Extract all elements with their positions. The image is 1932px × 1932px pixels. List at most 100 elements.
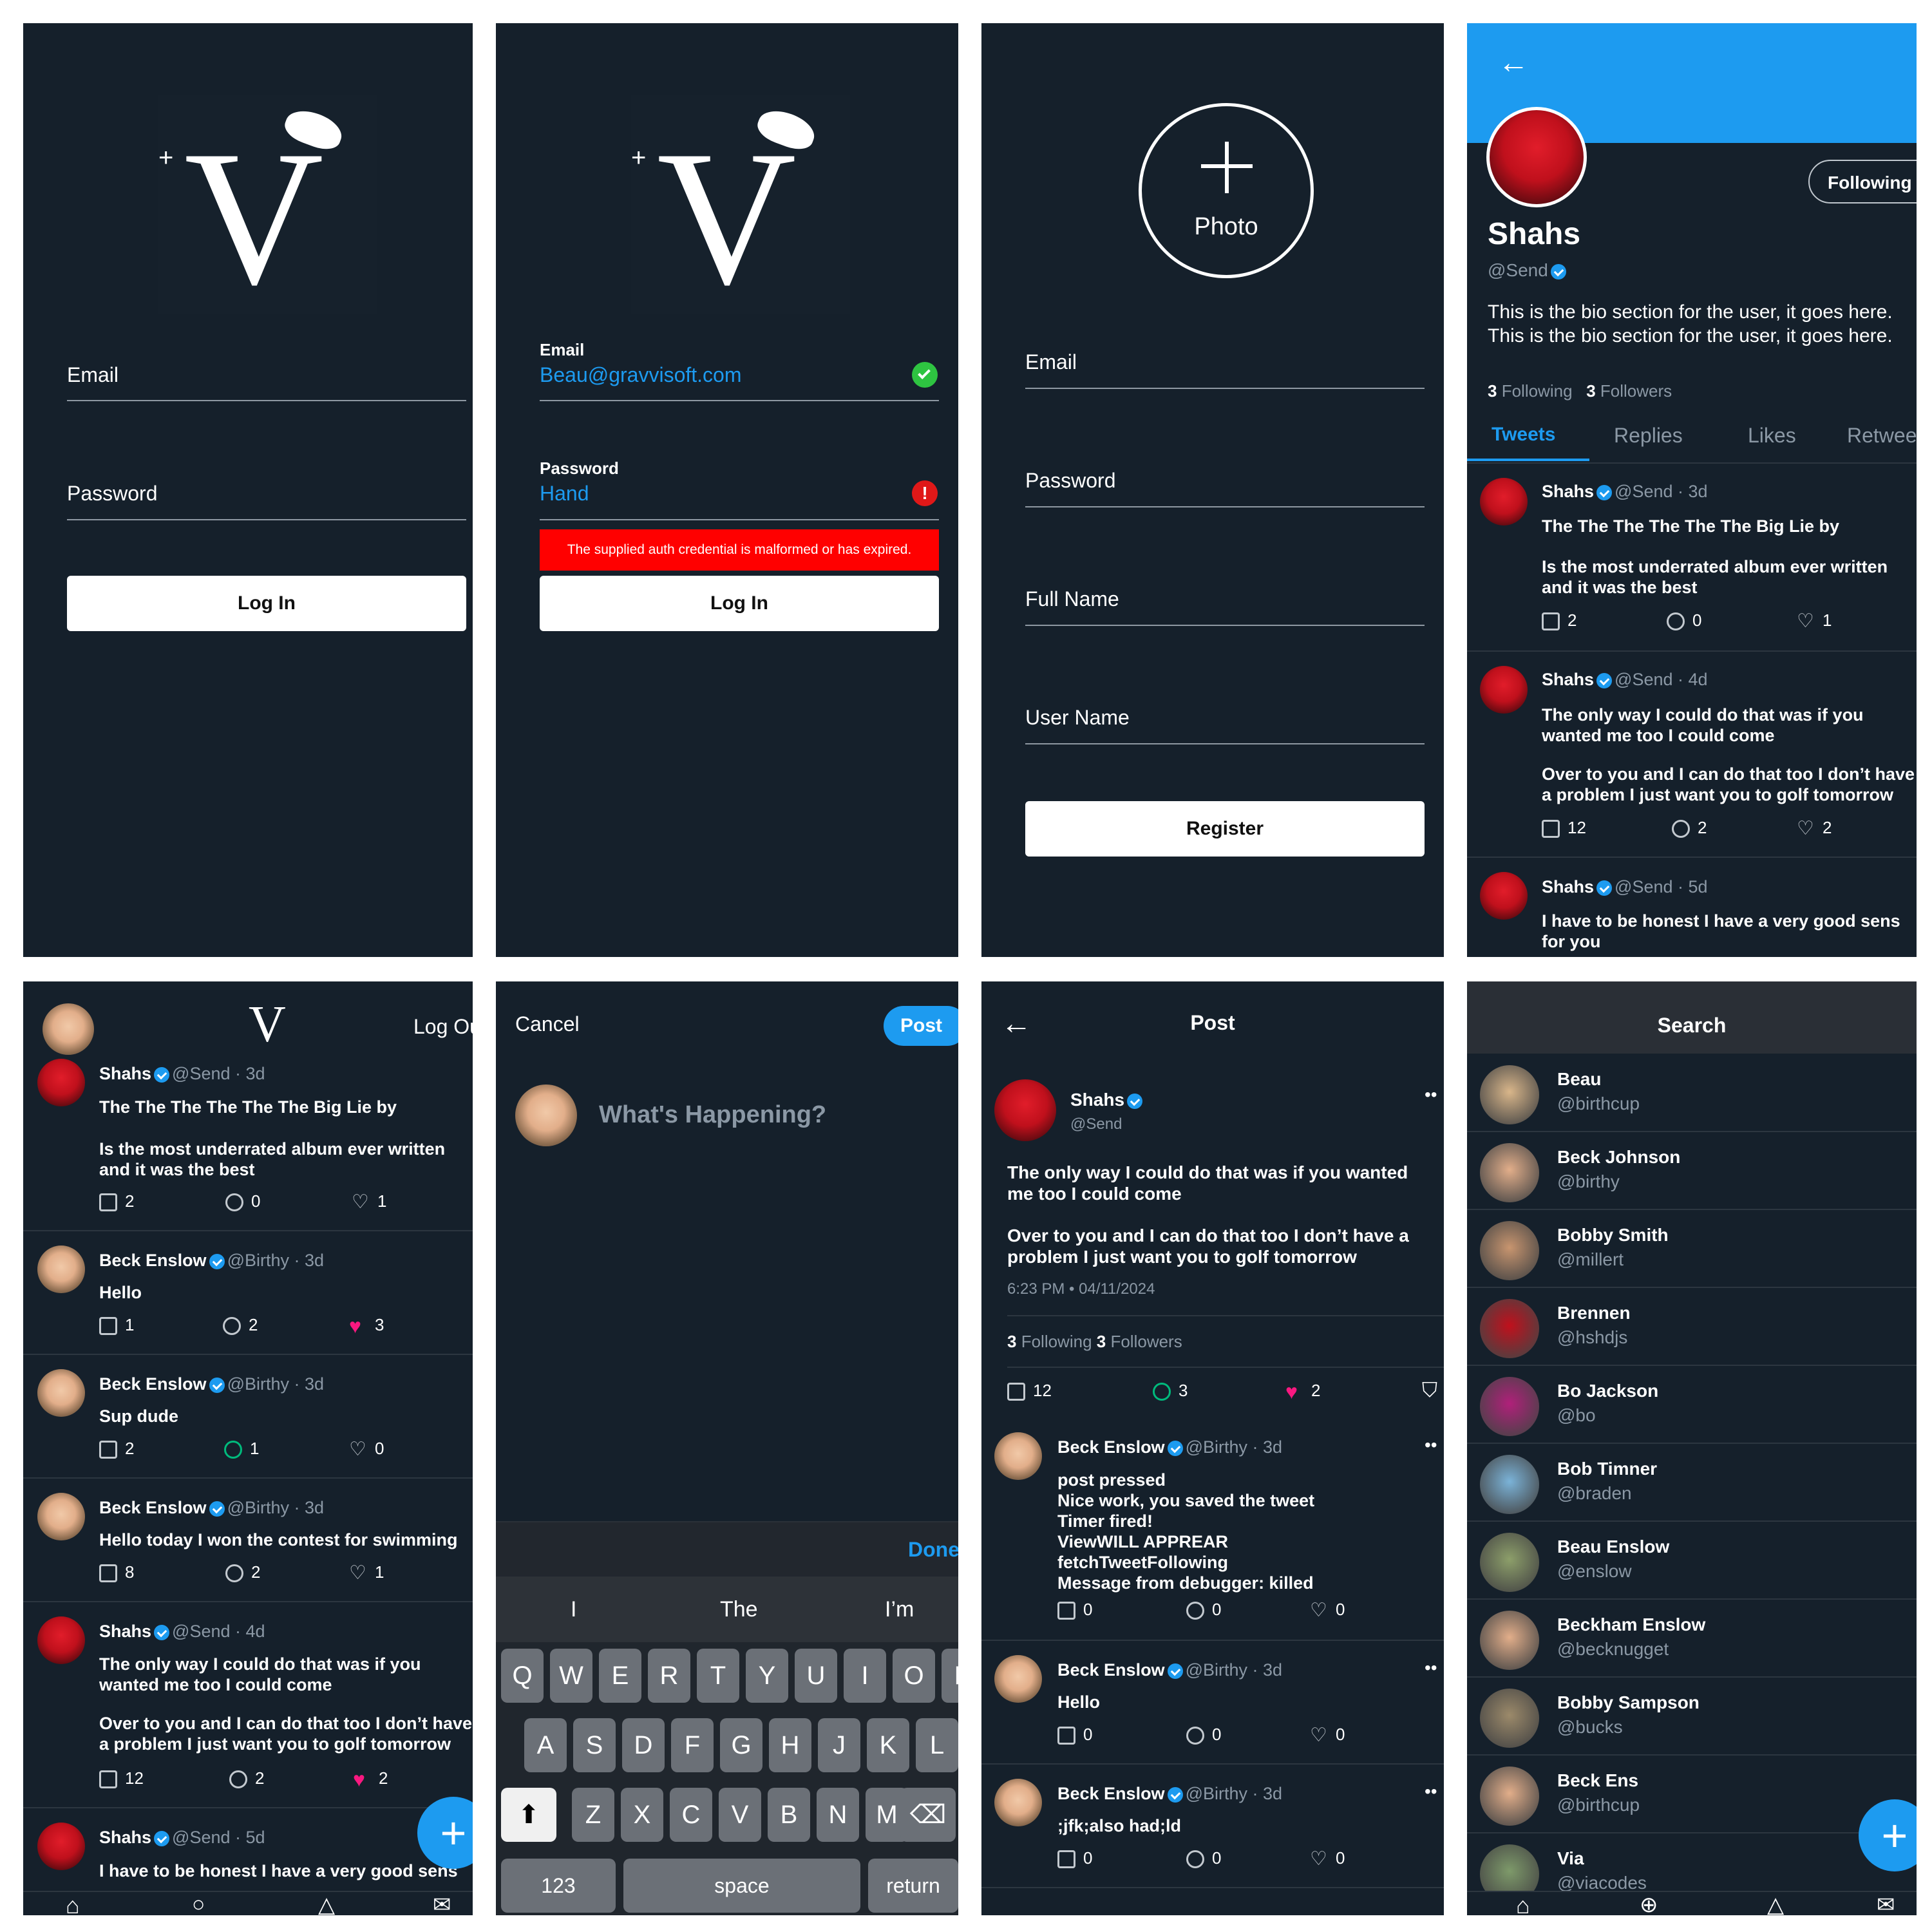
retweet-button[interactable]: 0 <box>1667 611 1701 631</box>
return-key[interactable]: return <box>868 1859 958 1913</box>
key-i[interactable]: I <box>844 1649 886 1703</box>
login-button[interactable]: Log In <box>67 576 466 631</box>
search-result-row[interactable]: Beck Ens @birthcup <box>1467 1756 1917 1833</box>
photo-picker[interactable]: Photo <box>1139 103 1314 278</box>
key-k[interactable]: K <box>867 1718 909 1772</box>
login-button[interactable]: Log In <box>540 576 939 631</box>
retweet-button[interactable]: 2 <box>1672 818 1707 838</box>
follow-stats[interactable]: 3 Following 3 Followers <box>1007 1332 1182 1352</box>
mail-icon[interactable]: ✉ <box>1877 1892 1895 1915</box>
follow-stats[interactable]: 3 Following 3 Followers <box>1488 381 1672 401</box>
tab-likes[interactable]: Likes <box>1748 424 1796 448</box>
like-button[interactable]: ♥ 2 <box>1285 1381 1320 1402</box>
like-button[interactable]: ♡ 2 <box>1797 818 1832 838</box>
tab-retweets[interactable]: Retwee <box>1847 424 1917 448</box>
more-icon[interactable]: •• <box>1425 1658 1437 1678</box>
search-result-row[interactable]: Beck Johnson @birthy <box>1467 1133 1917 1210</box>
key-s[interactable]: S <box>573 1718 616 1772</box>
numbers-key[interactable]: 123 <box>501 1859 616 1913</box>
key-x[interactable]: X <box>621 1788 663 1842</box>
password-field[interactable] <box>67 519 466 520</box>
like-button[interactable]: ♡ 1 <box>1797 611 1832 631</box>
retweet-button[interactable]: 3 <box>1153 1381 1188 1401</box>
key-u[interactable]: U <box>795 1649 837 1703</box>
key-d[interactable]: D <box>622 1718 665 1772</box>
email-field[interactable] <box>1025 388 1425 389</box>
key-e[interactable]: E <box>599 1649 641 1703</box>
like-button[interactable]: ♡ 0 <box>1310 1848 1345 1869</box>
retweet-button[interactable]: 2 <box>223 1315 258 1336</box>
register-button[interactable]: Register <box>1025 801 1425 857</box>
more-icon[interactable]: •• <box>1425 1084 1437 1105</box>
logout-button[interactable]: Log Ou <box>413 1015 473 1039</box>
password-field[interactable] <box>1025 506 1425 507</box>
reply-button[interactable]: 0 <box>1057 1600 1092 1620</box>
key-j[interactable]: J <box>818 1718 860 1772</box>
post-button[interactable]: Post <box>884 1006 958 1046</box>
search-result-row[interactable]: Beau Enslow @enslow <box>1467 1522 1917 1600</box>
key-t[interactable]: T <box>697 1649 739 1703</box>
suggestion-item[interactable]: I’m <box>885 1597 914 1622</box>
home-icon[interactable]: ⌂ <box>66 1892 80 1915</box>
reply-button[interactable]: 12 <box>1007 1381 1052 1401</box>
key-n[interactable]: N <box>817 1788 859 1842</box>
key-c[interactable]: C <box>670 1788 712 1842</box>
retweet-button[interactable]: 0 <box>225 1191 260 1212</box>
compose-textarea[interactable]: What's Happening? <box>599 1101 826 1129</box>
user-avatar[interactable] <box>43 1003 94 1055</box>
bell-icon[interactable]: △ <box>318 1892 335 1915</box>
search-result-row[interactable]: Beckham Enslow @becknugget <box>1467 1600 1917 1678</box>
retweet-button[interactable]: 1 <box>224 1439 259 1459</box>
key-z[interactable]: Z <box>572 1788 614 1842</box>
search-result-row[interactable]: Brennen @hshdjs <box>1467 1289 1917 1366</box>
reply-button[interactable]: 12 <box>1542 818 1586 838</box>
key-w[interactable]: W <box>550 1649 592 1703</box>
username-field[interactable] <box>1025 743 1425 744</box>
bookmark-icon[interactable]: ⛉ <box>1422 1378 1437 1403</box>
cancel-button[interactable]: Cancel <box>515 1012 580 1036</box>
suggestion-item[interactable]: I <box>571 1597 576 1622</box>
shift-key[interactable]: ⬆ <box>501 1788 556 1842</box>
tab-replies[interactable]: Replies <box>1614 424 1683 448</box>
space-key[interactable]: space <box>623 1859 860 1913</box>
reply-button[interactable]: 12 <box>99 1768 144 1789</box>
like-button[interactable]: ♡ 1 <box>352 1191 386 1212</box>
retweet-button[interactable]: 0 <box>1186 1600 1221 1620</box>
key-h[interactable]: H <box>769 1718 811 1772</box>
reply-button[interactable]: 2 <box>99 1439 134 1459</box>
search-icon[interactable]: ⊕ <box>1640 1892 1658 1915</box>
back-arrow-icon[interactable]: ← <box>1498 48 1529 79</box>
key-b[interactable]: B <box>768 1788 810 1842</box>
reply-button[interactable]: 2 <box>1542 611 1577 631</box>
like-button[interactable]: ♡ 0 <box>1310 1725 1345 1745</box>
home-icon[interactable]: ⌂ <box>1516 1892 1530 1915</box>
reply-button[interactable]: 2 <box>99 1191 134 1212</box>
bell-icon[interactable]: △ <box>1767 1892 1784 1915</box>
search-result-row[interactable]: Bobby Sampson @bucks <box>1467 1678 1917 1756</box>
following-button[interactable]: Following <box>1808 160 1917 204</box>
like-button[interactable]: ♡ 1 <box>349 1562 384 1583</box>
key-p[interactable]: P <box>942 1649 958 1703</box>
backspace-key[interactable]: ⌫ <box>900 1788 956 1842</box>
key-v[interactable]: V <box>719 1788 761 1842</box>
like-button[interactable]: ♥ 2 <box>353 1768 388 1790</box>
key-g[interactable]: G <box>720 1718 762 1772</box>
search-result-row[interactable]: Beau @birthcup <box>1467 1055 1917 1132</box>
password-input[interactable]: Hand <box>540 482 589 506</box>
suggestion-item[interactable]: The <box>720 1597 758 1622</box>
key-a[interactable]: A <box>524 1718 567 1772</box>
search-icon[interactable]: ○ <box>192 1892 205 1915</box>
key-r[interactable]: R <box>648 1649 690 1703</box>
retweet-button[interactable]: 0 <box>1186 1848 1221 1869</box>
mail-icon[interactable]: ✉ <box>433 1892 451 1915</box>
reply-button[interactable]: 0 <box>1057 1848 1092 1869</box>
search-result-row[interactable]: Bobby Smith @millert <box>1467 1211 1917 1288</box>
fullname-field[interactable] <box>1025 625 1425 626</box>
reply-button[interactable]: 8 <box>99 1562 134 1583</box>
key-l[interactable]: L <box>916 1718 958 1772</box>
reply-button[interactable]: 1 <box>99 1315 134 1336</box>
done-button[interactable]: Done <box>908 1538 958 1562</box>
search-result-row[interactable]: Bob Timner @braden <box>1467 1444 1917 1522</box>
retweet-button[interactable]: 2 <box>229 1768 264 1789</box>
key-q[interactable]: Q <box>501 1649 544 1703</box>
